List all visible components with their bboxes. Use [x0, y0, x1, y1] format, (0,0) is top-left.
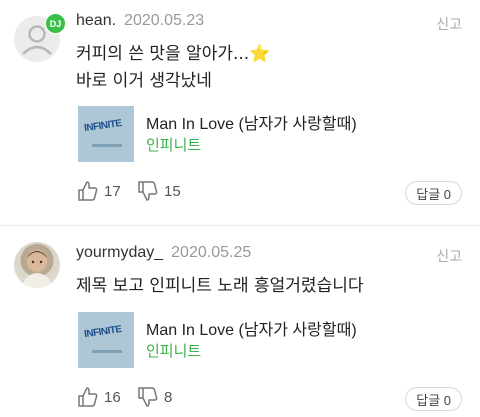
song-card[interactable]: INFINITE Man In Love (남자가 사랑할때) 인피니트 — [78, 106, 458, 162]
comment-date: 2020.05.25 — [171, 244, 252, 261]
dislike-count: 15 — [164, 182, 181, 200]
dislike-button[interactable]: 8 — [136, 385, 172, 409]
user-photo-icon — [22, 250, 52, 288]
comment-text-line: 바로 이거 생각났네 — [76, 71, 212, 91]
album-decoration — [92, 144, 122, 147]
comment-date: 2020.05.23 — [124, 12, 205, 29]
comment-text: 제목 보고 인피니트 노래 흥얼거렸습니다 — [76, 273, 364, 300]
thumb-down-icon — [138, 387, 158, 407]
reply-button[interactable]: 답글 0 — [405, 181, 462, 205]
comment-item: DJ hean. 2020.05.23 신고 커피의 쓴 맛을 알아가...⭐ 바… — [0, 0, 480, 225]
report-button[interactable]: 신고 — [436, 246, 462, 266]
report-button[interactable]: 신고 — [436, 14, 462, 34]
comment-item: yourmyday_ 2020.05.25 신고 제목 보고 인피니트 노래 흥얼… — [0, 226, 480, 417]
reply-button[interactable]: 답글 0 — [405, 387, 462, 411]
comment-actions: 17 15 — [76, 179, 456, 203]
avatar[interactable] — [14, 242, 60, 288]
comment-actions: 16 8 — [76, 385, 456, 409]
album-thumbnail: INFINITE — [78, 106, 134, 162]
album-thumbnail: INFINITE — [78, 312, 134, 368]
song-artist[interactable]: 인피니트 — [146, 340, 201, 361]
dislike-button[interactable]: 15 — [136, 179, 181, 203]
like-button[interactable]: 16 — [76, 385, 121, 409]
thumb-up-icon — [78, 387, 98, 407]
comment-text-line: 제목 보고 인피니트 노래 흥얼거렸습니다 — [76, 276, 364, 296]
thumb-down-icon — [138, 181, 158, 201]
song-card[interactable]: INFINITE Man In Love (남자가 사랑할때) 인피니트 — [78, 312, 458, 368]
song-title[interactable]: Man In Love (남자가 사랑할때) — [146, 316, 357, 340]
username[interactable]: yourmyday_ — [76, 244, 163, 261]
comment-text-line: 커피의 쓴 맛을 알아가...⭐ — [76, 44, 271, 64]
album-thumbnail-text: INFINITE — [83, 118, 123, 135]
album-decoration — [92, 350, 122, 353]
like-button[interactable]: 17 — [76, 179, 121, 203]
thumb-up-icon — [78, 181, 98, 201]
song-artist[interactable]: 인피니트 — [146, 134, 201, 155]
song-title[interactable]: Man In Love (남자가 사랑할때) — [146, 110, 357, 134]
comment-meta: yourmyday_ 2020.05.25 — [76, 244, 251, 262]
like-count: 16 — [104, 388, 121, 406]
album-thumbnail-text: INFINITE — [83, 324, 123, 341]
username[interactable]: hean. — [76, 12, 116, 29]
dislike-count: 8 — [164, 388, 173, 406]
comment-text: 커피의 쓴 맛을 알아가...⭐ 바로 이거 생각났네 — [76, 41, 270, 95]
like-count: 17 — [104, 182, 121, 200]
dj-badge: DJ — [45, 13, 66, 34]
comment-meta: hean. 2020.05.23 — [76, 12, 204, 30]
